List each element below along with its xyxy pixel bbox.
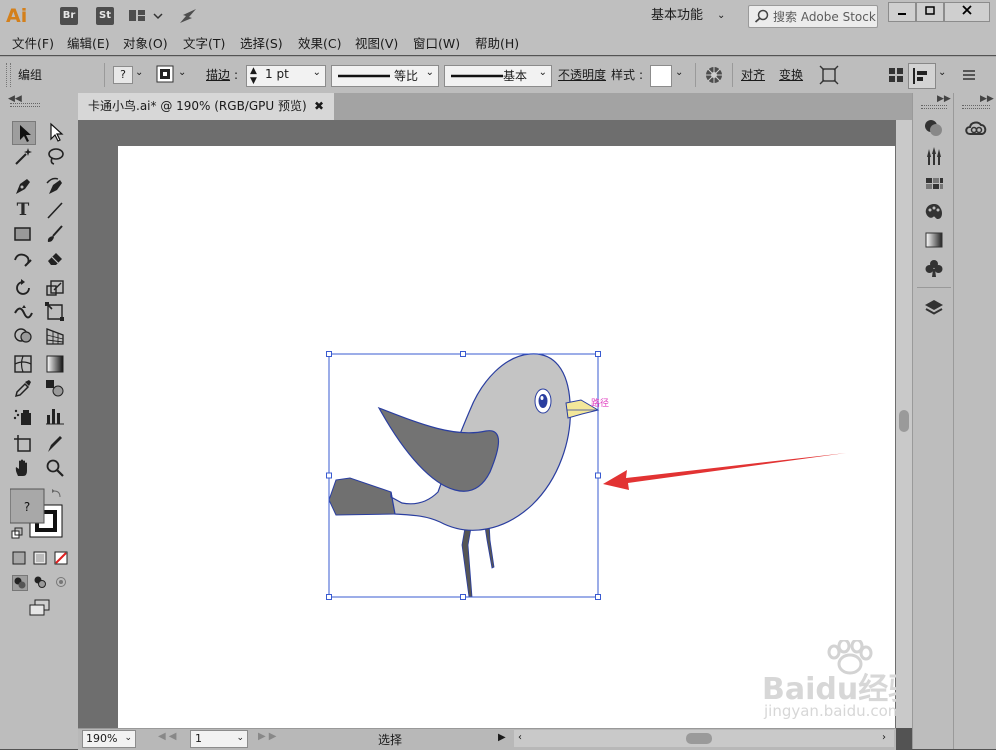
path-hint-label: 路径 [591, 399, 610, 409]
libraries-dock: ▶▶ [953, 93, 996, 749]
artboard-navigator[interactable]: 1 ⌄ [190, 730, 248, 748]
chevron-down-icon: ⌄ [124, 733, 132, 743]
color-panel-icon[interactable] [923, 117, 945, 139]
layers-panel-icon[interactable] [923, 297, 945, 319]
right-panel-dock: ▶▶ [912, 93, 954, 749]
scroll-thumb[interactable] [899, 410, 909, 432]
collapse-panel-icon[interactable]: ▶▶ [980, 94, 994, 104]
artwork-layer [326, 351, 846, 600]
artboard-number: 1 [195, 732, 202, 745]
scroll-right-icon[interactable]: › [882, 732, 886, 743]
bird-leg-left [461, 521, 473, 598]
bird-tail [328, 477, 396, 516]
bird-eye-highlight [540, 396, 544, 400]
zoom-level-field[interactable]: 190% ⌄ [82, 730, 136, 748]
annotation-arrow [603, 453, 846, 490]
bird-pupil [538, 394, 548, 408]
panel-grip[interactable] [962, 105, 990, 109]
watermark-url: jingyan.baidu.com [764, 702, 903, 720]
horizontal-scrollbar[interactable]: ‹ › [514, 730, 894, 747]
first-artboard-icon[interactable]: ◀◀ [158, 731, 179, 742]
current-tool-status: 选择 [378, 733, 403, 747]
scroll-thumb[interactable] [686, 733, 712, 744]
scroll-left-icon[interactable]: ‹ [518, 732, 522, 743]
divider [917, 287, 951, 288]
zoom-level-value: 190% [86, 732, 118, 745]
symbols-panel-icon[interactable] [923, 257, 945, 279]
status-menu-icon[interactable]: ▶ [498, 732, 506, 743]
brushes-panel-icon[interactable] [923, 145, 945, 167]
panel-grip[interactable] [921, 105, 947, 109]
last-artboard-icon[interactable]: ▶▶ [258, 731, 279, 742]
vertical-scrollbar[interactable] [896, 120, 912, 728]
collapse-panel-icon[interactable]: ▶▶ [937, 94, 951, 104]
cc-libraries-icon[interactable] [963, 117, 989, 139]
chevron-down-icon: ⌄ [236, 733, 244, 743]
swatches-panel-icon[interactable] [923, 173, 945, 195]
color-guide-panel-icon[interactable] [923, 201, 945, 223]
gradient-panel-icon[interactable] [923, 229, 945, 251]
status-bar: 190% ⌄ ◀◀ 1 ⌄ ▶▶ 选择 ▶ ‹ › [78, 728, 896, 750]
